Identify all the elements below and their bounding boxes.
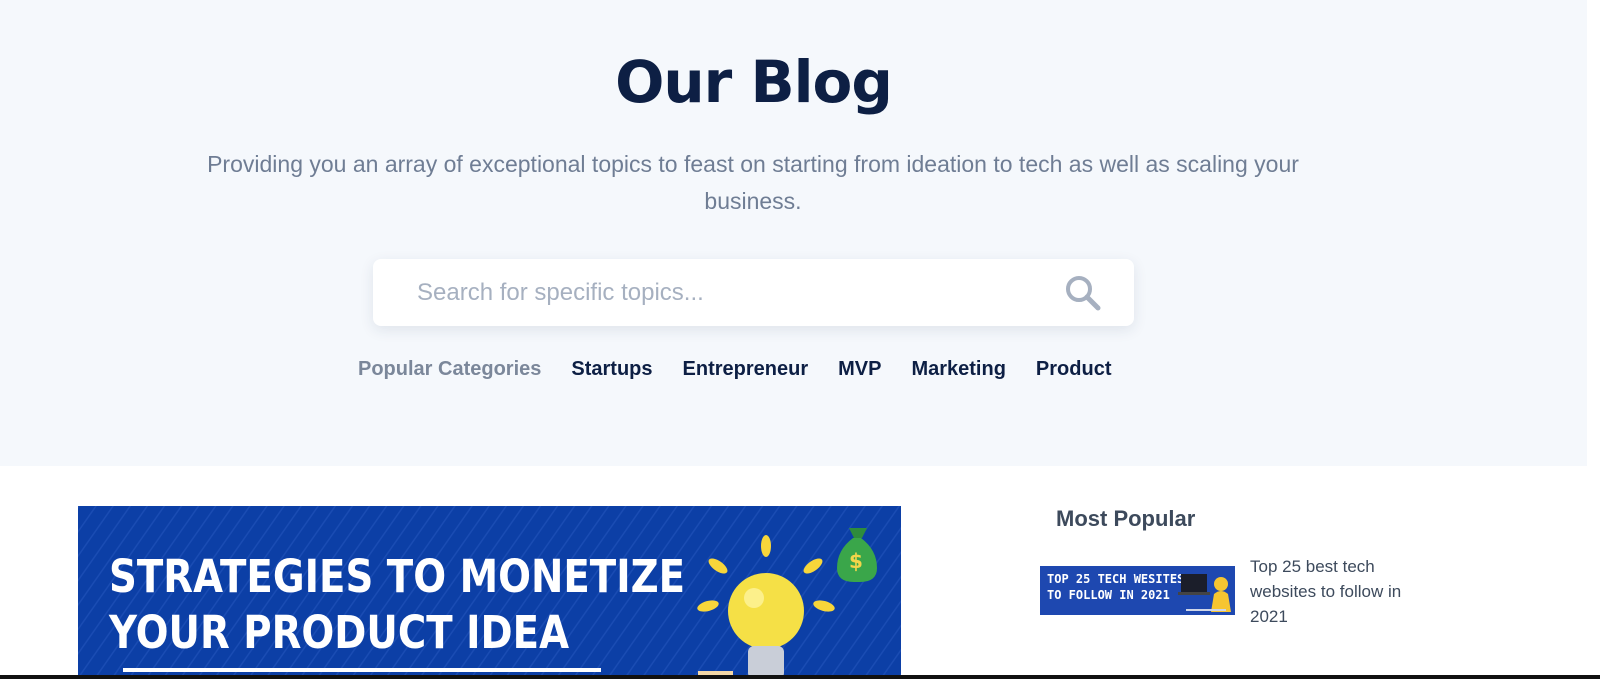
popular-categories: Popular Categories Startups Entrepreneur… bbox=[358, 358, 1111, 381]
most-popular-title: Most Popular bbox=[1056, 506, 1196, 531]
search-box bbox=[373, 259, 1134, 326]
search-icon bbox=[1066, 276, 1101, 311]
viewport-bottom-border bbox=[0, 675, 1600, 679]
category-entrepreneur[interactable]: Entrepreneur bbox=[683, 358, 809, 381]
thumbnail-line-1: TOP 25 TECH WESITES bbox=[1047, 572, 1185, 586]
popular-post-title: Top 25 best tech websites to follow in 2… bbox=[1250, 557, 1402, 626]
laptop-illustration-icon bbox=[1178, 574, 1231, 612]
search-input[interactable] bbox=[417, 271, 1017, 315]
category-mvp[interactable]: MVP bbox=[838, 358, 881, 381]
page-scrollbar[interactable] bbox=[1587, 0, 1600, 679]
popular-post-thumbnail: TOP 25 TECH WESITES TO FOLLOW IN 2021 bbox=[1040, 566, 1235, 615]
page-subtitle: Providing you an array of exceptional to… bbox=[207, 151, 1299, 214]
blog-hero: Our Blog Providing you an array of excep… bbox=[0, 0, 1587, 466]
money-bag-icon: $ bbox=[837, 528, 877, 582]
lightbulb-icon: $ bbox=[697, 528, 877, 679]
popular-post-item[interactable]: TOP 25 TECH WESITES TO FOLLOW IN 2021 To… bbox=[1040, 557, 1440, 636]
search-button[interactable] bbox=[1063, 273, 1103, 313]
svg-text:$: $ bbox=[849, 549, 863, 573]
category-product[interactable]: Product bbox=[1036, 358, 1112, 381]
banner-underline bbox=[123, 668, 601, 672]
banner-headline-line-2: YOUR PRODUCT IDEA bbox=[109, 606, 570, 659]
category-marketing[interactable]: Marketing bbox=[911, 358, 1005, 381]
category-startups[interactable]: Startups bbox=[571, 358, 652, 381]
thumbnail-text: TOP 25 TECH WESITES TO FOLLOW IN 2021 bbox=[1047, 571, 1184, 603]
categories-label: Popular Categories bbox=[358, 358, 542, 380]
page-title: Our Blog bbox=[615, 48, 893, 116]
banner-headline-line-1: STRATEGIES TO MONETIZE bbox=[109, 550, 686, 603]
thumbnail-line-2: TO FOLLOW IN 2021 bbox=[1047, 588, 1170, 602]
